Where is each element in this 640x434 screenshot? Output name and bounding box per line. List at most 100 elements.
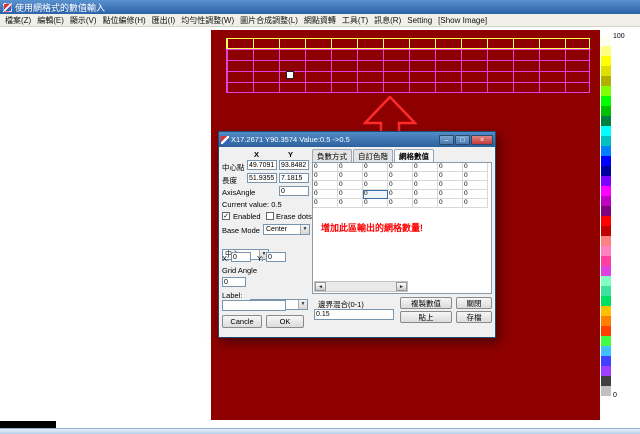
value-cell[interactable]: 0 bbox=[388, 163, 413, 172]
palette-swatch[interactable] bbox=[601, 116, 611, 126]
palette-swatch[interactable] bbox=[601, 86, 611, 96]
ok-button[interactable]: OK bbox=[266, 315, 304, 328]
maximize-button[interactable]: □ bbox=[455, 135, 470, 145]
cancel-button[interactable]: Cancle bbox=[222, 315, 262, 328]
value-cell[interactable]: 0 bbox=[463, 172, 488, 181]
menu-item[interactable]: 訊息(R) bbox=[371, 15, 404, 26]
palette-swatch[interactable] bbox=[601, 336, 611, 346]
value-cell[interactable]: 0 bbox=[338, 199, 363, 208]
value-cell[interactable]: 0 bbox=[363, 199, 388, 208]
grid-angle-field[interactable] bbox=[222, 277, 246, 287]
value-cell[interactable]: 0 bbox=[363, 181, 388, 190]
value-cell[interactable]: 0 bbox=[463, 199, 488, 208]
value-cell[interactable]: 0 bbox=[388, 190, 413, 199]
palette-swatch[interactable] bbox=[601, 226, 611, 236]
menu-item[interactable]: 顯示(V) bbox=[67, 15, 100, 26]
value-cell[interactable]: 0 bbox=[438, 163, 463, 172]
enabled-checkbox[interactable]: ✓ bbox=[222, 212, 230, 220]
paste-button[interactable]: 貼上 bbox=[400, 311, 452, 323]
palette-swatch[interactable] bbox=[601, 146, 611, 156]
value-cell[interactable]: 0 bbox=[413, 190, 438, 199]
palette-swatch[interactable] bbox=[601, 76, 611, 86]
value-cell[interactable]: 0 bbox=[438, 199, 463, 208]
value-cell[interactable]: 0 bbox=[338, 163, 363, 172]
scroll-left-icon[interactable]: ◄ bbox=[315, 282, 326, 291]
copy-values-button[interactable]: 複製數值 bbox=[400, 297, 452, 309]
value-cell[interactable]: 0 bbox=[363, 190, 388, 199]
value-cell[interactable]: 0 bbox=[413, 163, 438, 172]
palette-swatch[interactable] bbox=[601, 106, 611, 116]
chevron-down-icon[interactable]: ▼ bbox=[300, 225, 309, 234]
palette-swatch[interactable] bbox=[601, 286, 611, 296]
menu-item[interactable]: 圖片合成調整(L) bbox=[237, 15, 301, 26]
value-cell[interactable]: 0 bbox=[388, 199, 413, 208]
erase-dots-checkbox[interactable] bbox=[266, 212, 274, 220]
menu-item[interactable]: 點位編修(H) bbox=[100, 15, 149, 26]
palette-swatch[interactable] bbox=[601, 256, 611, 266]
menu-item[interactable]: Setting bbox=[404, 16, 435, 25]
grid-rows[interactable] bbox=[226, 49, 590, 93]
tab-2[interactable]: 網格數值 bbox=[394, 149, 434, 162]
offset-y-field[interactable] bbox=[266, 252, 286, 262]
minimize-button[interactable]: – bbox=[439, 135, 454, 145]
palette-swatch[interactable] bbox=[601, 346, 611, 356]
palette-swatch[interactable] bbox=[601, 356, 611, 366]
horizontal-scrollbar[interactable]: ◄ ► bbox=[314, 281, 408, 292]
tab-0[interactable]: 負數方式 bbox=[312, 149, 352, 162]
value-cell[interactable]: 0 bbox=[313, 181, 338, 190]
palette-swatch[interactable] bbox=[601, 236, 611, 246]
length-y-field[interactable] bbox=[279, 173, 309, 183]
palette-swatch[interactable] bbox=[601, 56, 611, 66]
value-cell[interactable]: 0 bbox=[313, 163, 338, 172]
palette-swatch[interactable] bbox=[601, 386, 611, 396]
halftone-grid[interactable] bbox=[226, 38, 590, 93]
dialog-titlebar[interactable]: X17.2671 Y90.3574 Value:0.5 ->0.5 – □ × bbox=[219, 132, 495, 147]
chevron-down-icon[interactable]: ▼ bbox=[298, 300, 307, 309]
taskbar[interactable] bbox=[0, 428, 640, 434]
close-dialog-button[interactable]: 關閉 bbox=[456, 297, 492, 309]
value-cell[interactable]: 0 bbox=[338, 172, 363, 181]
menu-item[interactable]: 網點資轉 bbox=[301, 15, 339, 26]
value-cell[interactable]: 0 bbox=[363, 163, 388, 172]
palette-swatch[interactable] bbox=[601, 276, 611, 286]
palette-swatch[interactable] bbox=[601, 366, 611, 376]
save-button[interactable]: 存檔 bbox=[456, 311, 492, 323]
value-cell[interactable]: 0 bbox=[388, 181, 413, 190]
blend-field[interactable] bbox=[314, 309, 394, 320]
offset-x-field[interactable] bbox=[231, 252, 251, 262]
value-cell[interactable]: 0 bbox=[338, 190, 363, 199]
center-y-field[interactable] bbox=[279, 160, 309, 170]
length-x-field[interactable] bbox=[247, 173, 277, 183]
value-cell[interactable]: 0 bbox=[388, 172, 413, 181]
menu-item[interactable]: [Show Image] bbox=[435, 16, 490, 25]
close-button[interactable]: × bbox=[471, 135, 493, 145]
value-cell[interactable]: 0 bbox=[363, 172, 388, 181]
scroll-right-icon[interactable]: ► bbox=[396, 282, 407, 291]
value-cell[interactable]: 0 bbox=[438, 172, 463, 181]
palette-swatch[interactable] bbox=[601, 216, 611, 226]
value-cell[interactable]: 0 bbox=[463, 190, 488, 199]
value-cell[interactable]: 0 bbox=[413, 172, 438, 181]
base-mode-dropdown[interactable]: Center ▼ bbox=[263, 224, 310, 235]
tab-1[interactable]: 自訂色階 bbox=[353, 149, 393, 162]
value-cell[interactable]: 0 bbox=[413, 199, 438, 208]
value-cell[interactable]: 0 bbox=[338, 181, 363, 190]
value-cell[interactable]: 0 bbox=[313, 199, 338, 208]
axis-angle-field[interactable] bbox=[279, 186, 309, 196]
palette-swatch[interactable] bbox=[601, 166, 611, 176]
palette-swatch[interactable] bbox=[601, 136, 611, 146]
palette-swatch[interactable] bbox=[601, 376, 611, 386]
value-cell[interactable]: 0 bbox=[463, 181, 488, 190]
palette-swatch[interactable] bbox=[601, 156, 611, 166]
menu-item[interactable]: 編輯(E) bbox=[34, 15, 67, 26]
value-cell[interactable]: 0 bbox=[413, 181, 438, 190]
palette-swatch[interactable] bbox=[601, 326, 611, 336]
menu-item[interactable]: 均勻性調整(W) bbox=[178, 15, 237, 26]
palette-swatch[interactable] bbox=[601, 306, 611, 316]
palette-swatch[interactable] bbox=[601, 296, 611, 306]
palette-swatch[interactable] bbox=[601, 266, 611, 276]
value-cell[interactable]: 0 bbox=[313, 172, 338, 181]
palette-swatch[interactable] bbox=[601, 316, 611, 326]
palette-swatch[interactable] bbox=[601, 126, 611, 136]
palette-swatch[interactable] bbox=[601, 96, 611, 106]
